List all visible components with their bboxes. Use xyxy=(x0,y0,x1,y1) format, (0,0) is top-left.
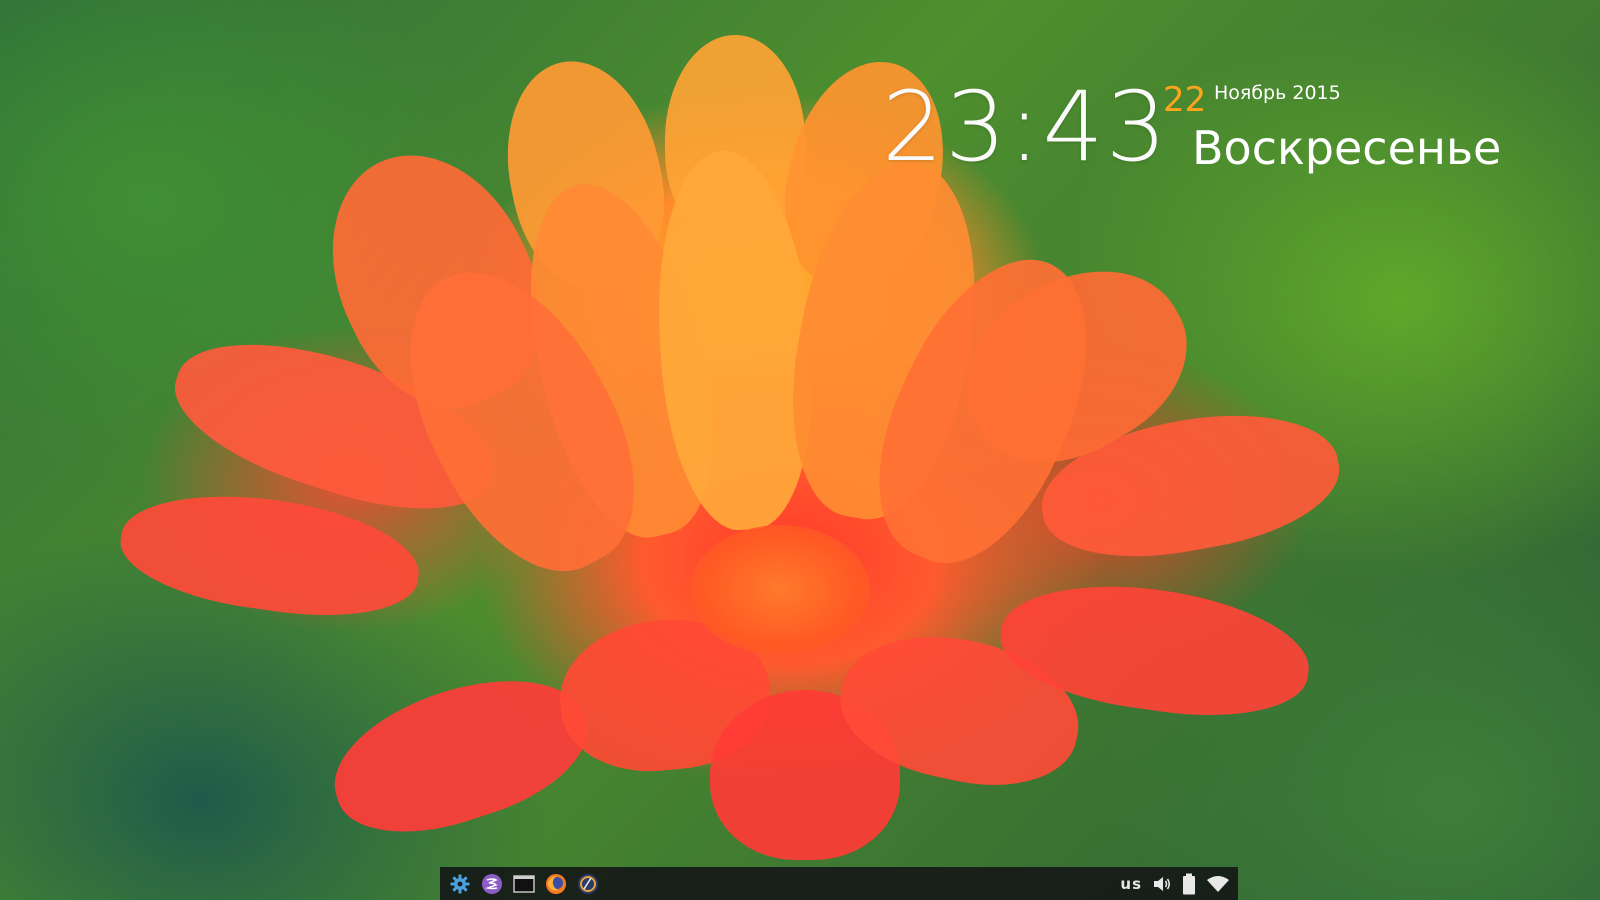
battery-indicator[interactable] xyxy=(1182,872,1196,896)
battery-icon xyxy=(1183,873,1195,894)
terminal-launcher[interactable] xyxy=(512,872,536,896)
settings-launcher[interactable] xyxy=(448,872,472,896)
settings-gear-icon xyxy=(450,874,470,893)
emacs-launcher[interactable] xyxy=(480,872,504,896)
network-indicator[interactable] xyxy=(1206,872,1230,896)
taskbar-launchers xyxy=(448,867,608,900)
browser-icon xyxy=(578,873,598,894)
taskbar: us xyxy=(440,867,1238,900)
terminal-icon xyxy=(513,874,535,893)
clock-weekday: Воскресенье xyxy=(1192,121,1502,175)
emacs-icon xyxy=(482,873,502,894)
clock-month-year: Ноябрь 2015 xyxy=(1214,82,1341,104)
petal xyxy=(316,653,604,857)
firefox-icon xyxy=(546,873,566,894)
clock-time: 23:43 xyxy=(882,71,1169,183)
browser-launcher[interactable] xyxy=(576,872,600,896)
desktop: 23:43 22 Ноябрь 2015 Воскресенье us xyxy=(0,0,1600,900)
wifi-icon xyxy=(1207,875,1229,892)
volume-control[interactable] xyxy=(1152,872,1172,896)
flower-center xyxy=(690,525,870,655)
clock-day: 22 xyxy=(1163,80,1207,120)
speaker-icon xyxy=(1154,876,1171,891)
keyboard-layout-indicator[interactable]: us xyxy=(1120,872,1142,896)
firefox-launcher[interactable] xyxy=(544,872,568,896)
system-tray: us xyxy=(1110,867,1230,900)
